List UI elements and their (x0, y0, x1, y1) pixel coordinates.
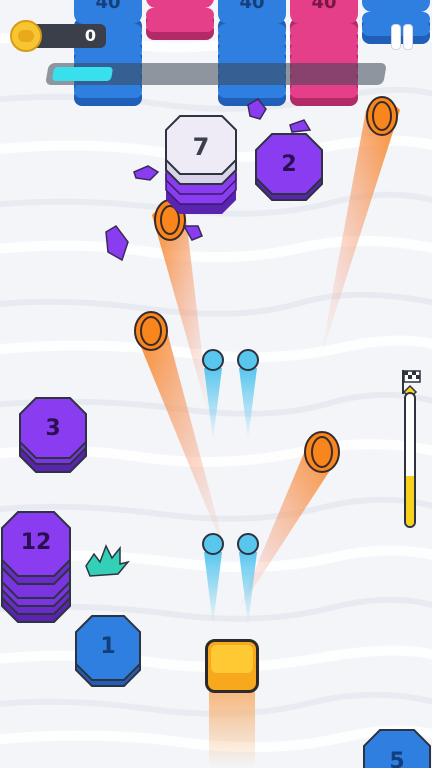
game-stage[interactable]: 40 40 40 0 7 2 3 12 1 5 (0, 0, 432, 768)
block-purple-12-label: 12 (20, 530, 52, 555)
block-white-7-label: 7 (192, 133, 210, 161)
block-blue-1-label: 1 (100, 634, 116, 659)
block-white-7-label-wrap: 7 (166, 133, 236, 163)
block-purple-12-label-wrap: 12 (2, 530, 70, 560)
block-blue-1-label-wrap: 1 (76, 634, 140, 664)
block-blue-5-label-wrap: 5 (364, 749, 430, 768)
level-meter-track (404, 392, 416, 528)
level-meter-fill (406, 475, 414, 526)
player-cube[interactable] (205, 639, 259, 693)
block-purple-3-label: 3 (45, 416, 61, 441)
block-white-7 (165, 115, 237, 214)
block-purple-3-label-wrap: 3 (20, 416, 86, 446)
block-purple-2-label: 2 (281, 152, 297, 177)
block-purple-2-label-wrap: 2 (256, 152, 322, 182)
block-blue-5-label: 5 (389, 749, 405, 768)
block-purple-12 (1, 511, 71, 623)
level-meter (397, 368, 425, 530)
